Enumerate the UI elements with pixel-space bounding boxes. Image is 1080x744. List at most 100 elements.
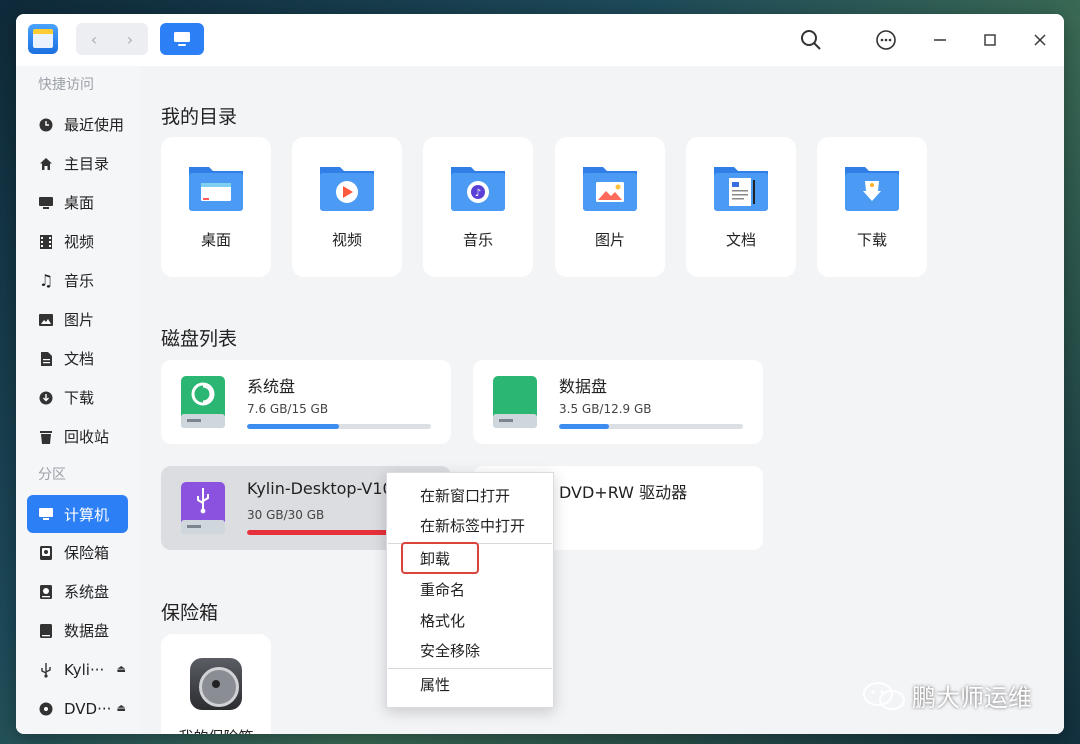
more-button[interactable] xyxy=(872,26,900,54)
video-folder-icon xyxy=(320,167,374,211)
sidebar-item-downloads[interactable]: 下载 xyxy=(16,378,140,417)
forward-button[interactable]: › xyxy=(112,23,148,55)
dir-tile-documents[interactable]: 文档 xyxy=(686,137,796,277)
sidebar-item-home[interactable]: 主目录 xyxy=(16,144,140,183)
sidebar-item-video[interactable]: 视频 xyxy=(16,222,140,261)
computer-view-button[interactable] xyxy=(160,23,204,55)
sidebar-item-label: Kyli··· xyxy=(64,660,105,679)
sidebar-item-label: 计算机 xyxy=(64,505,110,524)
vault-tile[interactable]: 我的保险箱 xyxy=(161,634,271,734)
disk-usage-fill xyxy=(247,424,339,429)
sidebar-item-system-disk[interactable]: 系统盘 xyxy=(16,572,140,611)
search-button[interactable] xyxy=(797,26,825,54)
disk-card-system[interactable]: 系统盘 7.6 GB/15 GB xyxy=(161,360,451,444)
sidebar-item-label: 下载 xyxy=(64,389,95,407)
sidebar-item-music[interactable]: ♫ 音乐 xyxy=(16,261,140,300)
menu-item-open-new-tab[interactable]: 在新标签中打开 xyxy=(387,511,553,541)
my-directories-title: 我的目录 xyxy=(161,106,238,128)
annotation-highlight-box xyxy=(401,542,479,574)
vault-section-title: 保险箱 xyxy=(161,602,219,624)
minimize-button[interactable] xyxy=(926,26,954,54)
video-icon xyxy=(38,234,54,250)
disk-card-data[interactable]: 数据盘 3.5 GB/12.9 GB xyxy=(473,360,763,444)
document-folder-icon xyxy=(714,167,768,211)
sidebar-item-pictures[interactable]: 图片 xyxy=(16,300,140,339)
document-icon xyxy=(38,351,54,367)
section-label-partitions: 分区 xyxy=(38,467,66,483)
home-icon xyxy=(38,156,54,172)
file-manager-logo-icon xyxy=(28,24,58,54)
system-disk-icon xyxy=(181,376,225,428)
sidebar-item-label: 系统盘 xyxy=(64,583,110,601)
sidebar-item-desktop[interactable]: 桌面 xyxy=(16,183,140,222)
download-icon xyxy=(38,390,54,406)
menu-item-safe-remove[interactable]: 安全移除 xyxy=(387,636,553,666)
disk-size: 3.5 GB/12.9 GB xyxy=(559,402,652,416)
close-icon xyxy=(1034,34,1046,46)
watermark-text: 鹏大师运维 xyxy=(912,684,1032,712)
menu-item-properties[interactable]: 属性 xyxy=(387,670,553,700)
disk-name: 系统盘 xyxy=(247,377,296,396)
wechat-icon xyxy=(863,681,905,710)
computer-icon xyxy=(174,32,190,46)
image-icon xyxy=(38,312,54,328)
download-folder-icon xyxy=(845,167,899,211)
minimize-icon xyxy=(934,39,946,41)
menu-item-rename[interactable]: 重命名 xyxy=(387,575,553,605)
eject-icon[interactable]: ⏏ xyxy=(117,664,126,675)
back-button[interactable]: ‹ xyxy=(76,23,112,55)
main-content: 我的目录 桌面 视频 ♪ 音乐 图片 文档 下载 磁盘列表 系统盘 7.6 GB… xyxy=(140,66,1064,734)
maximize-button[interactable] xyxy=(976,26,1004,54)
sidebar-item-label: DVD··· xyxy=(64,699,112,718)
disk-icon xyxy=(38,584,54,600)
disk-usage-bar xyxy=(559,424,743,429)
sidebar-item-label: 数据盘 xyxy=(64,622,110,640)
titlebar: ‹ › xyxy=(16,14,1064,66)
sidebar-item-label: 视频 xyxy=(64,233,95,251)
disk-icon xyxy=(38,623,54,639)
navigation-group: ‹ › xyxy=(76,23,148,55)
sidebar-item-data-disk[interactable]: 数据盘 xyxy=(16,611,140,650)
image-folder-icon xyxy=(583,167,637,211)
dir-tile-downloads[interactable]: 下载 xyxy=(817,137,927,277)
sidebar-item-vault[interactable]: 保险箱 xyxy=(16,533,140,572)
vault-label: 我的保险箱 xyxy=(161,726,271,734)
eject-icon[interactable]: ⏏ xyxy=(117,703,126,714)
dir-tile-label: 下载 xyxy=(856,231,887,249)
close-button[interactable] xyxy=(1026,26,1054,54)
sidebar-item-label: 图片 xyxy=(64,311,95,329)
sidebar: 快捷访问 最近使用 主目录 桌面 视频 ♫ 音乐 图片 文档 下载 回收站 分区… xyxy=(16,66,140,734)
disk-usage-fill xyxy=(559,424,609,429)
menu-item-format[interactable]: 格式化 xyxy=(387,606,553,636)
sidebar-item-usb[interactable]: Kyli··· ⏏ xyxy=(16,650,140,689)
search-icon xyxy=(801,30,821,50)
more-icon xyxy=(876,30,896,50)
sidebar-item-computer[interactable]: 计算机 xyxy=(27,495,128,533)
sidebar-item-documents[interactable]: 文档 xyxy=(16,339,140,378)
context-menu: 在新窗口打开 在新标签中打开 卸载 重命名 格式化 安全移除 属性 xyxy=(386,472,554,708)
disk-size: 30 GB/30 GB xyxy=(247,508,325,522)
sidebar-item-label: 回收站 xyxy=(64,428,110,446)
data-disk-icon xyxy=(493,376,537,428)
sidebar-item-label: 桌面 xyxy=(64,194,95,212)
safe-icon xyxy=(38,545,54,561)
sidebar-item-recent[interactable]: 最近使用 xyxy=(16,105,140,144)
section-label-quick-access: 快捷访问 xyxy=(38,77,94,93)
sidebar-item-trash[interactable]: 回收站 xyxy=(16,417,140,456)
disc-icon xyxy=(38,701,54,717)
maximize-icon xyxy=(984,34,996,46)
dir-tile-pictures[interactable]: 图片 xyxy=(555,137,665,277)
usb-disk-icon xyxy=(181,482,225,534)
sidebar-item-label: 保险箱 xyxy=(64,544,110,562)
dir-tile-video[interactable]: 视频 xyxy=(292,137,402,277)
desktop-icon xyxy=(38,195,54,211)
desktop-folder-icon xyxy=(189,167,243,211)
dir-tile-music[interactable]: ♪ 音乐 xyxy=(423,137,533,277)
dir-tile-label: 文档 xyxy=(725,231,756,249)
disk-usage-bar xyxy=(247,424,431,429)
dir-tile-desktop[interactable]: 桌面 xyxy=(161,137,271,277)
disk-name: 数据盘 xyxy=(559,377,608,396)
sidebar-item-dvd[interactable]: DVD··· ⏏ xyxy=(16,689,140,728)
menu-item-open-new-window[interactable]: 在新窗口打开 xyxy=(387,481,553,511)
disk-list-title: 磁盘列表 xyxy=(161,328,238,350)
